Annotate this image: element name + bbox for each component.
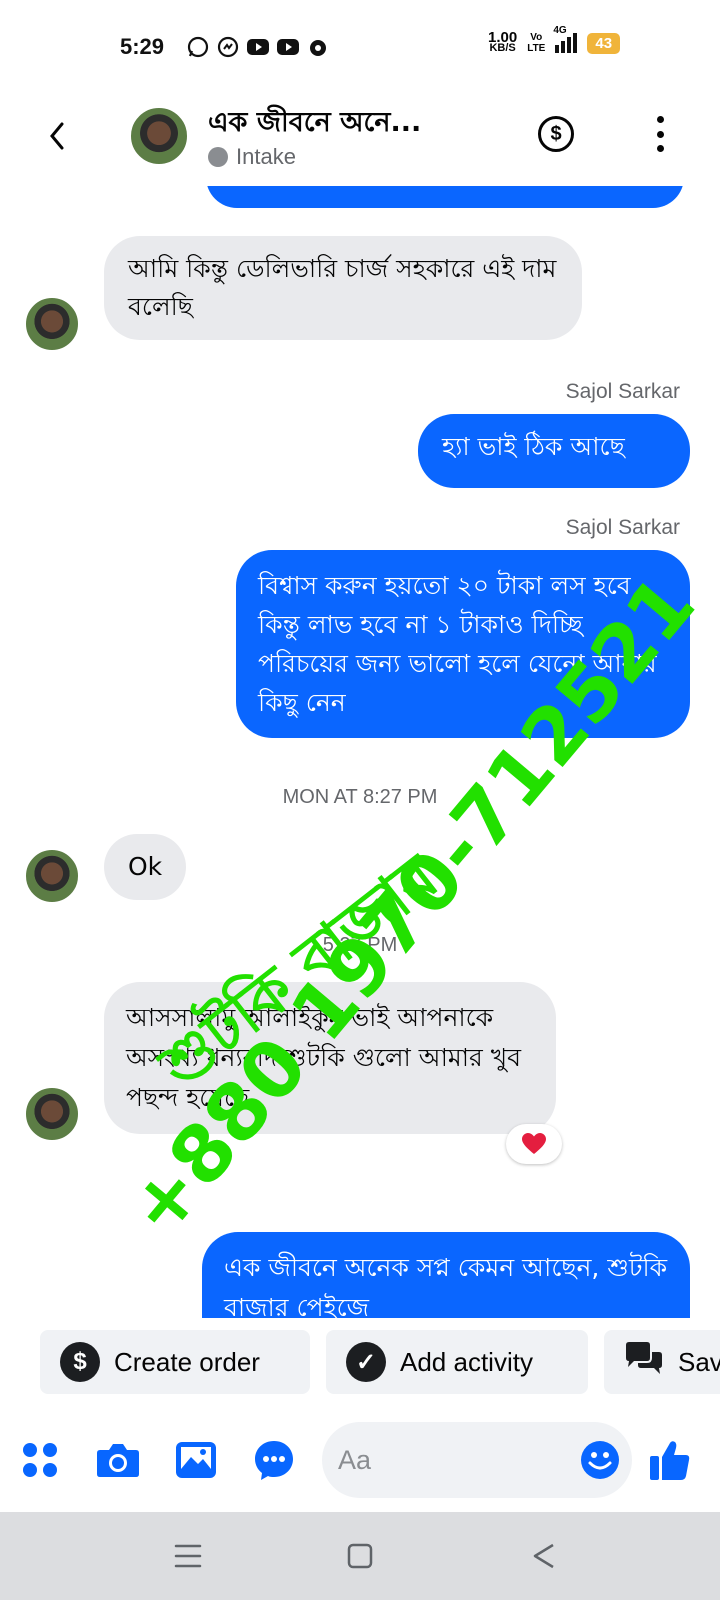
dollar-icon: $ [550, 122, 562, 145]
sender-avatar[interactable] [24, 296, 80, 352]
menu-icon [174, 1544, 202, 1568]
dollar-icon: $ [60, 1342, 100, 1382]
payment-button[interactable]: $ [538, 116, 574, 152]
back-button[interactable] [40, 116, 76, 156]
message-composer [0, 1420, 720, 1510]
sender-name: Sajol Sarkar [565, 380, 680, 403]
emoji-icon [581, 1441, 619, 1479]
message-timestamp: 5:27 PM [322, 934, 398, 956]
home-button[interactable] [340, 1536, 380, 1576]
saved-replies-button[interactable]: Sav [604, 1330, 720, 1394]
back-nav-button[interactable] [524, 1536, 564, 1576]
conversation-header: এক জীবনে অনে... Intake $ [0, 96, 720, 186]
status-time: 5:29 [120, 34, 165, 59]
sender-avatar[interactable] [24, 848, 80, 904]
quick-actions-bar: $ Create order ✓ Add activity Sav [40, 1330, 720, 1394]
recents-button[interactable] [168, 1536, 208, 1576]
battery-indicator: 43 [587, 32, 621, 54]
youtube-icon [246, 36, 270, 58]
emoji-button[interactable] [578, 1438, 622, 1482]
contact-avatar[interactable] [129, 106, 189, 166]
message-bubble-outgoing[interactable]: বিশ্বাস করুন হয়তো ২০ টাকা লস হবে কিন্তু… [236, 550, 690, 738]
add-activity-button[interactable]: ✓ Add activity [326, 1330, 588, 1394]
chevron-left-icon [50, 122, 64, 150]
message-bubble-outgoing-partial [206, 186, 684, 208]
square-icon [347, 1543, 373, 1569]
message-timestamp: MON AT 8:27 PM [282, 786, 438, 808]
heart-icon [522, 1133, 546, 1154]
signal-icon: 4G [553, 25, 578, 53]
system-navigation-bar [0, 1512, 720, 1600]
more-vertical-icon [656, 116, 664, 123]
sender-name: Sajol Sarkar [565, 516, 680, 539]
system-status: 1.00 KB/S Vo LTE 4G 43 [488, 25, 621, 54]
chat-bubble-icon [255, 1441, 293, 1480]
create-order-button[interactable]: $ Create order [40, 1330, 310, 1394]
gallery-icon [176, 1442, 216, 1478]
message-bubble-incoming[interactable]: আমি কিন্তু ডেলিভারি চার্জ সহকারে এই দাম … [104, 236, 582, 340]
contact-name[interactable]: এক জীবনে অনে... [208, 102, 421, 147]
app-notification-icon [306, 36, 330, 58]
youtube-icon [276, 36, 300, 58]
status-dot [208, 147, 228, 167]
triangle-back-icon [533, 1543, 554, 1569]
gallery-button[interactable] [174, 1438, 218, 1482]
check-icon: ✓ [346, 1342, 386, 1382]
saved-replies-icon [624, 1341, 664, 1384]
messenger-status-icon [216, 36, 240, 58]
message-bubble-outgoing[interactable]: এক জীবনে অনেক সপ্ন কেমন আছেন, শুটকি বাজা… [202, 1232, 690, 1318]
heart-reaction[interactable] [506, 1124, 562, 1164]
apps-button[interactable] [18, 1438, 62, 1482]
status-bar: 5:29 1.00 KB/S Vo LTE 4G 43 [0, 0, 720, 96]
whatsapp-icon [186, 36, 210, 58]
contact-status: Intake [208, 144, 296, 170]
camera-button[interactable] [96, 1438, 140, 1482]
more-options-button[interactable] [650, 116, 670, 152]
notification-icons [186, 36, 330, 58]
network-speed: 1.00 KB/S [488, 29, 518, 54]
message-bubble-incoming[interactable]: Ok [104, 834, 187, 900]
like-button[interactable] [648, 1438, 692, 1482]
camera-icon [97, 1444, 139, 1477]
message-list[interactable]: আমি কিন্তু ডেলিভারি চার্জ সহকারে এই দাম … [0, 186, 720, 1318]
apps-icon [23, 1443, 57, 1477]
message-options-button[interactable] [252, 1438, 296, 1482]
volte-indicator: Vo LTE [527, 32, 546, 54]
message-bubble-incoming[interactable]: আসসালামু আলাইকুম ভাই আপনাকে অসংখ্য ধন্যব… [104, 982, 556, 1134]
sender-avatar[interactable] [24, 1086, 80, 1142]
message-bubble-outgoing[interactable]: হ্যা ভাই ঠিক আছে [418, 414, 690, 488]
thumbs-up-icon [650, 1441, 690, 1480]
